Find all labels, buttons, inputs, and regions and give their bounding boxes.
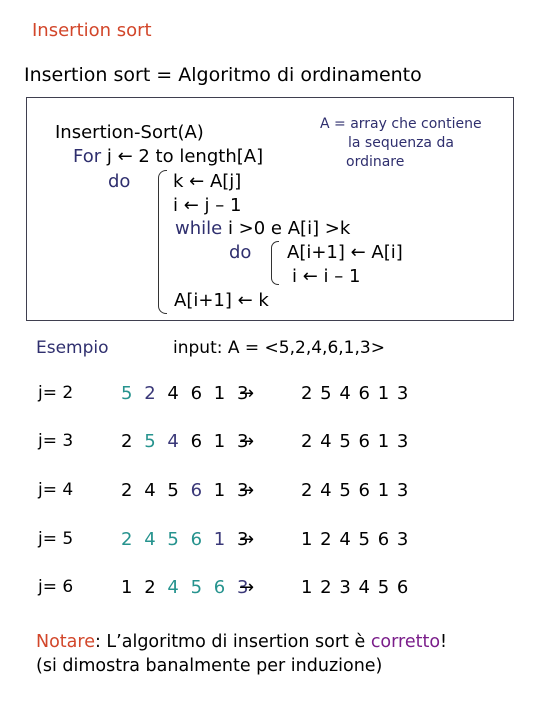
- arrow-icon: →: [239, 383, 255, 404]
- page-title: Insertion sort: [32, 20, 152, 41]
- sequence-before: 2 4 5 6 1 3: [121, 480, 251, 501]
- code-line-final: A[i+1] ← k: [174, 290, 269, 311]
- sequence-digit: 6: [190, 529, 206, 550]
- sequence-digit: 4: [167, 431, 182, 452]
- sequence-digit: 1: [213, 529, 229, 550]
- array-note-line1: A = array che contiene: [320, 116, 482, 132]
- footer-note: Notare: L’algoritmo di insertion sort è …: [36, 630, 447, 678]
- sequence-after: 1 2 4 5 6 3: [301, 529, 410, 550]
- sequence-digit: 6: [190, 383, 206, 404]
- sequence-digit: 5: [144, 431, 159, 452]
- sequence-digit: 1: [121, 577, 136, 598]
- arrow-icon: →: [239, 529, 255, 550]
- footer-line-1: Notare: L’algoritmo di insertion sort è …: [36, 630, 447, 654]
- sequence-digit: 4: [144, 480, 159, 501]
- inner-line-assign: A[i+1] ← A[i]: [287, 242, 403, 263]
- arrow-icon: →: [239, 577, 255, 598]
- sequence-after: 2 4 5 6 1 3: [301, 431, 410, 452]
- footer-exclaim: !: [440, 632, 448, 652]
- sequence-digit: 2: [144, 577, 159, 598]
- array-note-line3: ordinare: [346, 154, 405, 170]
- sequence-digit: 2: [121, 431, 136, 452]
- sequence-digit: 4: [167, 577, 182, 598]
- sequence-digit: 6: [190, 431, 206, 452]
- corretto-word: corretto: [370, 632, 441, 652]
- iteration-label: j= 5: [38, 529, 74, 549]
- iteration-label: j= 4: [38, 480, 74, 500]
- outer-brace: [158, 170, 167, 314]
- while-condition: i >0 e A[i] >k: [227, 218, 351, 239]
- sequence-digit: 6: [190, 480, 206, 501]
- sequence-digit: 5: [167, 529, 182, 550]
- sequence-after: 2 5 4 6 1 3: [301, 383, 410, 404]
- example-input: input: A = <5,2,4,6,1,3>: [173, 338, 385, 358]
- sequence-digit: 4: [167, 383, 182, 404]
- sequence-digit: 1: [213, 431, 229, 452]
- procedure-header: Insertion-Sort(A): [55, 122, 204, 143]
- iteration-label: j= 2: [38, 383, 74, 403]
- sequence-after: 1 2 3 4 5 6: [301, 577, 410, 598]
- sequence-after: 2 4 5 6 1 3: [301, 480, 410, 501]
- sequence-digit: 1: [213, 383, 229, 404]
- while-keyword: while: [175, 218, 223, 239]
- example-label: Esempio: [36, 338, 109, 358]
- sequence-digit: 6: [213, 577, 229, 598]
- while-line: while i >0 e A[i] >k: [175, 218, 350, 239]
- arrow-icon: →: [239, 431, 255, 452]
- sequence-before: 2 5 4 6 1 3: [121, 431, 251, 452]
- sequence-digit: 2: [121, 529, 136, 550]
- sequence-before: 1 2 4 5 6 3: [121, 577, 251, 598]
- sequence-digit: 2: [121, 480, 136, 501]
- iteration-label: j= 6: [38, 577, 74, 597]
- arrow-icon: →: [239, 480, 255, 501]
- page-subtitle: Insertion sort = Algoritmo di ordinament…: [24, 64, 422, 86]
- do-outer-keyword: do: [108, 171, 131, 192]
- sequence-before: 2 4 5 6 1 3: [121, 529, 251, 550]
- sequence-digit: 4: [144, 529, 159, 550]
- sequence-digit: 5: [190, 577, 206, 598]
- do-inner-keyword: do: [229, 242, 252, 263]
- sequence-digit: 5: [121, 383, 136, 404]
- for-keyword: For: [73, 146, 102, 167]
- for-rest: j ← 2 to length[A]: [106, 146, 264, 167]
- sequence-digit: 5: [167, 480, 182, 501]
- for-line: For j ← 2 to length[A]: [73, 146, 263, 167]
- code-line-i: i ← j – 1: [173, 195, 242, 216]
- sequence-digit: 2: [144, 383, 159, 404]
- notare-label: Notare: [36, 632, 95, 652]
- footer-text: : L’algoritmo di insertion sort è: [94, 632, 371, 652]
- sequence-digit: 1: [213, 480, 229, 501]
- iteration-label: j= 3: [38, 431, 74, 451]
- array-note-line2: la sequenza da: [348, 135, 454, 151]
- inner-line-decrement: i ← i – 1: [292, 266, 361, 287]
- footer-line-2: (si dimostra banalmente per induzione): [36, 656, 383, 676]
- sequence-before: 5 2 4 6 1 3: [121, 383, 251, 404]
- inner-brace: [271, 241, 279, 285]
- code-line-k: k ← A[j]: [173, 171, 242, 192]
